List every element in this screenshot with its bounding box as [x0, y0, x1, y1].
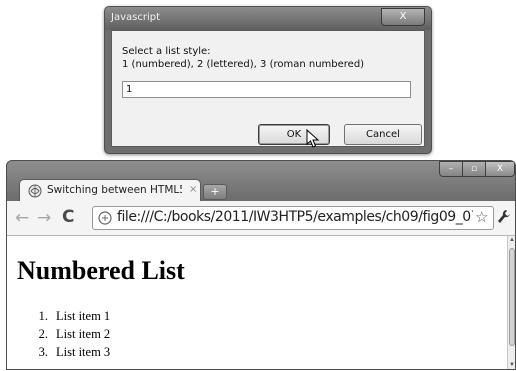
window-close-button[interactable]: X: [485, 161, 515, 177]
new-tab-button[interactable]: +: [203, 184, 227, 200]
browser-window: – ▫ X Switching between HTML5 × + ← → C …: [6, 160, 516, 370]
page-heading: Numbered List: [17, 256, 185, 285]
list-item: 2. List item 2: [17, 325, 111, 343]
list-item: 1. List item 1: [17, 307, 111, 325]
page-content: Numbered List 1. List item 1 2. List item …: [7, 236, 507, 369]
scroll-down-arrow-icon[interactable]: ▼: [508, 362, 515, 368]
dialog-message: Select a list style: 1 (numbered), 2 (le…: [122, 45, 364, 71]
list-item-number: 1.: [38, 309, 48, 323]
star-icon[interactable]: ☆: [475, 208, 488, 226]
dialog-close-button[interactable]: X: [381, 8, 425, 26]
numbered-list: 1. List item 1 2. List item 2 3. List item …: [17, 307, 111, 361]
wrench-icon[interactable]: [497, 209, 511, 225]
list-item-number: 2.: [38, 327, 48, 341]
address-bar[interactable]: file:///C:/books/2011/IW3HTP5/examples/c…: [92, 206, 494, 230]
prompt-dialog: Javascript X Select a list style: 1 (num…: [104, 6, 432, 154]
url-text[interactable]: file:///C:/books/2011/IW3HTP5/examples/c…: [117, 209, 473, 225]
vertical-scrollbar[interactable]: ▲ ▼: [507, 236, 515, 369]
forward-button[interactable]: →: [37, 208, 51, 228]
page-icon: [98, 211, 112, 225]
mouse-cursor-icon: [306, 129, 320, 148]
minimize-button[interactable]: –: [439, 161, 463, 177]
tab-title: Switching between HTML5: [47, 184, 182, 196]
tab-active[interactable]: Switching between HTML5 ×: [19, 179, 201, 202]
dialog-message-line-2: 1 (numbered), 2 (lettered), 3 (roman num…: [122, 59, 365, 70]
scroll-up-arrow-icon[interactable]: ▲: [508, 237, 515, 243]
tab-close-icon[interactable]: ×: [189, 184, 197, 195]
browser-toolbar: ← → C file:///C:/books/2011/IW3HTP5/exam…: [7, 201, 515, 236]
list-item-text: List item 1: [56, 309, 111, 323]
dialog-message-line-1: Select a list style:: [122, 46, 211, 57]
dialog-body: Select a list style: 1 (numbered), 2 (le…: [111, 30, 425, 148]
dialog-title: Javascript: [111, 12, 160, 23]
list-item-text: List item 3: [56, 345, 111, 359]
reload-button[interactable]: C: [62, 207, 74, 227]
dialog-titlebar[interactable]: Javascript X: [105, 7, 431, 30]
prompt-input[interactable]: 1: [122, 81, 411, 98]
cancel-button[interactable]: Cancel: [344, 124, 422, 145]
list-item: 3. List item 3: [17, 343, 111, 361]
window-controls: – ▫ X: [439, 161, 515, 177]
scrollbar-thumb[interactable]: [509, 248, 515, 346]
list-item-number: 3.: [38, 345, 48, 359]
globe-icon: [28, 184, 42, 198]
list-item-text: List item 2: [56, 327, 111, 341]
maximize-button[interactable]: ▫: [462, 161, 486, 177]
back-button[interactable]: ←: [15, 208, 29, 228]
